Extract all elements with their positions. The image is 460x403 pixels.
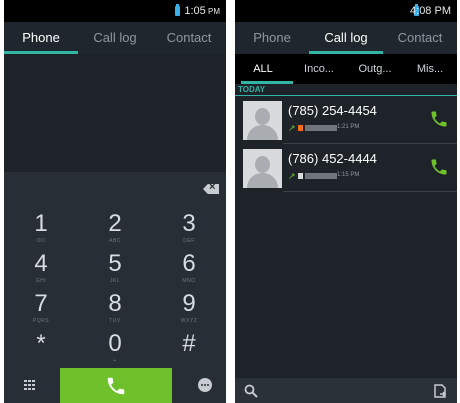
key-digit: 1	[34, 210, 48, 237]
filter-all[interactable]: ALL	[235, 54, 291, 84]
key-letters: WXYZ	[180, 318, 198, 324]
tab-contact[interactable]: Contact	[152, 22, 226, 54]
key-letters: GHI	[35, 278, 47, 284]
call-log-entry[interactable]: (786) 452-4444 ↗ 1:15 PM	[235, 145, 457, 192]
filter-incoming[interactable]: Inco...	[291, 54, 347, 84]
dial-keypad: 1OO 2ABC 3DEF 4GHI 5JKL 6MNO 7PQRS 8TUV …	[4, 172, 226, 368]
call-log-screen: 4:08 PM Phone Call log Contact ALL Inco.…	[235, 0, 457, 403]
tab-call-log[interactable]: Call log	[78, 22, 152, 54]
tab-phone[interactable]: Phone	[235, 22, 309, 54]
phone-icon[interactable]	[429, 157, 449, 177]
number-display[interactable]	[4, 54, 226, 172]
message-icon[interactable]	[198, 378, 212, 392]
call-filter-bar: ALL Inco... Outg... Mis...	[235, 54, 457, 84]
key-8[interactable]: 8 TUV	[78, 290, 152, 332]
dialpad-icon[interactable]	[24, 380, 36, 390]
call-log-entry[interactable]: (785) 254-4454 ↗ 1:21 PM	[235, 97, 457, 144]
key-letters: PQRS	[32, 318, 50, 324]
battery-icon	[175, 4, 180, 16]
section-divider	[235, 95, 457, 96]
key-digit: 7	[34, 290, 48, 317]
key-letters: ABC	[109, 238, 121, 244]
key-digit: 9	[182, 290, 196, 317]
status-time: 1:05 PM	[184, 5, 220, 17]
call-number: (786) 452-4444	[288, 151, 377, 166]
phone-icon[interactable]	[429, 109, 449, 129]
sim-icon	[298, 125, 303, 131]
key-digit: 6	[182, 250, 196, 277]
section-header-today: TODAY	[235, 84, 457, 96]
key-digit: #	[182, 330, 196, 357]
key-4[interactable]: 4 GHI	[4, 250, 78, 292]
key-1[interactable]: 1 OO	[4, 210, 78, 252]
key-letters: MNO	[182, 278, 196, 284]
key-5[interactable]: 5 JKL	[78, 250, 152, 292]
call-button[interactable]	[60, 368, 172, 403]
status-bar: 1:05 PM	[4, 0, 226, 22]
key-7[interactable]: 7 PQRS	[4, 290, 78, 332]
dialer-screen: 1:05 PM Phone Call log Contact 1OO 2ABC …	[4, 0, 226, 403]
call-time: 1:15 PM	[337, 172, 360, 178]
key-digit: *	[36, 330, 46, 357]
key-digit: 4	[34, 250, 48, 277]
contact-avatar	[243, 149, 282, 188]
key-6[interactable]: 6 MNO	[152, 250, 226, 292]
call-info-bar	[305, 173, 337, 179]
call-info-bar	[305, 125, 337, 131]
main-tab-bar: Phone Call log Contact	[235, 22, 457, 54]
section-title: TODAY	[238, 85, 266, 94]
key-letters: JKL	[109, 278, 121, 284]
dialer-action-bar	[4, 368, 226, 403]
key-letters: TUV	[109, 318, 121, 324]
search-icon[interactable]	[244, 384, 258, 398]
key-2[interactable]: 2 ABC	[78, 210, 152, 252]
tab-call-log[interactable]: Call log	[309, 22, 383, 54]
key-digit: 0	[108, 330, 122, 357]
key-letters: +	[113, 358, 117, 364]
key-digit: 5	[108, 250, 122, 277]
backspace-icon[interactable]	[203, 184, 219, 194]
key-letters: OO	[36, 238, 46, 244]
main-tab-bar: Phone Call log Contact	[4, 22, 226, 54]
status-bar: 4:08 PM	[235, 0, 457, 22]
call-time: 1:21 PM	[337, 124, 360, 130]
filter-outgoing[interactable]: Outg...	[347, 54, 403, 84]
key-9[interactable]: 9 WXYZ	[152, 290, 226, 332]
call-log-action-bar	[235, 378, 457, 403]
key-star[interactable]: *	[4, 330, 78, 372]
tab-phone[interactable]: Phone	[4, 22, 78, 54]
key-hash[interactable]: #	[152, 330, 226, 372]
key-digit: 8	[108, 290, 122, 317]
call-number: (785) 254-4454	[288, 103, 377, 118]
sim-icon	[298, 173, 303, 179]
outgoing-call-icon: ↗	[288, 171, 296, 181]
key-0[interactable]: 0 +	[78, 330, 152, 372]
key-digit: 2	[108, 210, 122, 237]
key-digit: 3	[182, 210, 196, 237]
outgoing-call-icon: ↗	[288, 123, 296, 133]
tab-contact[interactable]: Contact	[383, 22, 457, 54]
filter-missed[interactable]: Mis...	[403, 54, 457, 84]
status-time: 4:08 PM	[410, 5, 451, 17]
key-letters: DEF	[183, 238, 195, 244]
contact-avatar	[243, 101, 282, 140]
key-3[interactable]: 3 DEF	[152, 210, 226, 252]
export-icon[interactable]	[433, 384, 447, 398]
phone-icon	[107, 377, 125, 395]
